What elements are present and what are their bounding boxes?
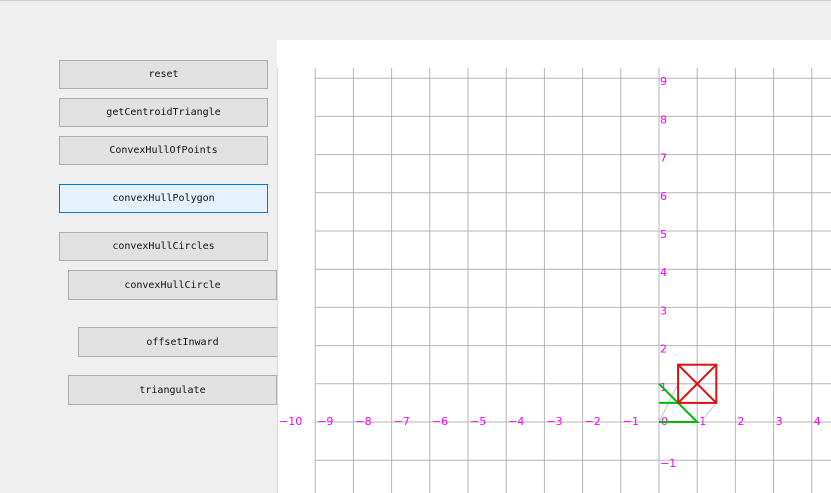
y-tick-label: 4 xyxy=(660,266,667,279)
convex-hull-circles-button[interactable]: convexHullCircles xyxy=(59,232,268,261)
y-tick-label: 3 xyxy=(660,304,667,317)
convex-hull-polygon-button[interactable]: convexHullPolygon xyxy=(59,184,268,213)
convex-hull-circle-button[interactable]: convexHullCircle xyxy=(68,270,277,300)
get-centroid-triangle-button[interactable]: getCentroidTriangle xyxy=(59,98,268,127)
x-tick-label: 2 xyxy=(737,415,744,428)
x-tick-label: −4 xyxy=(508,415,524,428)
x-tick-label: −9 xyxy=(317,415,333,428)
x-tick-label: −6 xyxy=(432,415,448,428)
coordinate-grid: −10−9−8−7−6−5−4−3−2−101234987654321−1−2 xyxy=(277,68,831,493)
y-tick-label: 7 xyxy=(660,152,667,165)
y-tick-label: 9 xyxy=(660,75,667,88)
drawing-canvas[interactable]: −10−9−8−7−6−5−4−3−2−101234987654321−1−2 xyxy=(277,40,831,493)
x-tick-label: −8 xyxy=(355,415,371,428)
window-top-border xyxy=(0,0,831,1)
y-tick-label: −1 xyxy=(660,457,676,470)
x-tick-label: 3 xyxy=(776,415,783,428)
x-tick-label: −5 xyxy=(470,415,486,428)
x-tick-label: −1 xyxy=(623,415,639,428)
offset-inward-button[interactable]: offsetInward xyxy=(78,327,287,357)
triangulate-button[interactable]: triangulate xyxy=(68,375,277,405)
x-tick-label: 4 xyxy=(814,415,821,428)
y-tick-label: 6 xyxy=(660,190,667,203)
y-tick-label: 5 xyxy=(660,228,667,241)
x-tick-label: −3 xyxy=(546,415,562,428)
reset-button[interactable]: reset xyxy=(59,60,268,89)
x-tick-label: −7 xyxy=(394,415,410,428)
y-tick-label: 8 xyxy=(660,113,667,126)
x-tick-label: −10 xyxy=(279,415,302,428)
y-tick-label: 2 xyxy=(660,343,667,356)
x-tick-label: −2 xyxy=(585,415,601,428)
convex-hull-of-points-button[interactable]: ConvexHullOfPoints xyxy=(59,136,268,165)
